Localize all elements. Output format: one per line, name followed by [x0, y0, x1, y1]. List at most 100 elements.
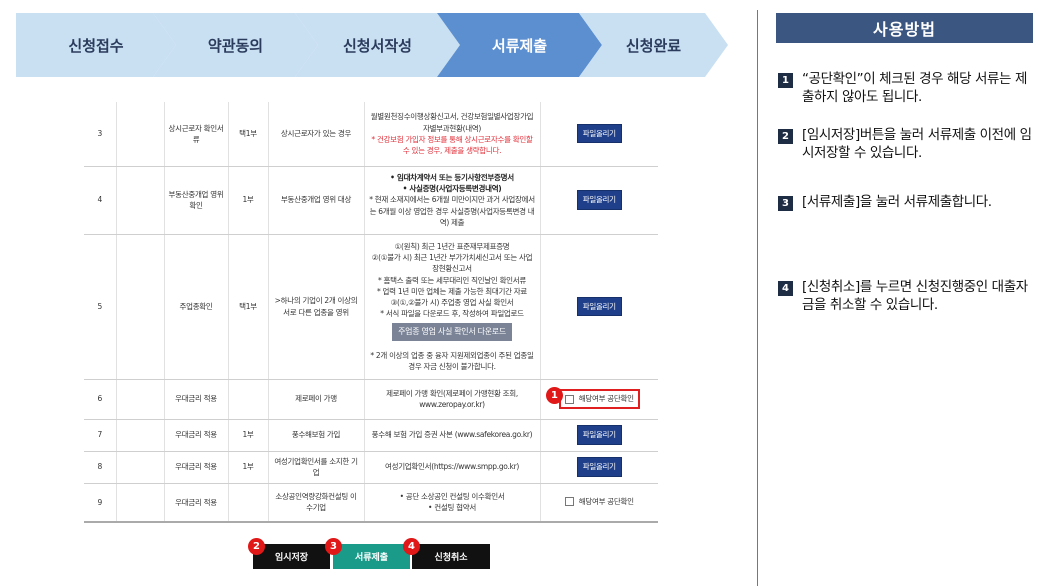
step-document-submission: 서류제출 — [437, 13, 602, 77]
docs-line-5: ③(①,②불가 시) 주업종 영업 사실 확인서 — [390, 298, 514, 308]
empty-cell — [116, 234, 165, 380]
target: 소상공인역량강화컨설팅 이수기업 — [268, 483, 365, 523]
agency-check-checkbox[interactable]: 해당여부 공단확인 — [564, 496, 634, 507]
target: >하나의 기업이 2개 이상의 서로 다른 업종을 영위 — [268, 234, 365, 380]
submit-documents-button[interactable]: 서류제출 — [333, 544, 410, 569]
docs-line-4: * 업력 1년 미만 업체는 제출 가능한 최대기간 자료 — [377, 286, 527, 296]
document-item: 우대금리 적용 — [164, 483, 229, 523]
progress-steps: 신청접수 약관동의 신청서작성 서류제출 신청완료 — [16, 13, 728, 77]
download-form-button[interactable]: 주업종 영업 사실 확인서 다운로드 — [392, 322, 512, 341]
document-item: 상시근로자 확인서류 — [164, 102, 229, 167]
table-row: 5 주업종확인 택1부 >하나의 기업이 2개 이상의 서로 다른 업종을 영위… — [84, 234, 658, 380]
row-number: 6 — [84, 379, 117, 420]
badge-3: 3 — [325, 538, 342, 555]
help-number: 3 — [778, 196, 793, 211]
required-documents: ①(원칙) 최근 1년간 표준재무제표증명 ②(①불가 시) 최근 1년간 부가… — [364, 234, 541, 380]
row-number: 4 — [84, 166, 117, 235]
docs-note: * 2개 이상의 업종 중 융자 지원제외업종이 주된 업종일 경우 자금 신청… — [370, 350, 534, 371]
row-number: 7 — [84, 419, 117, 452]
empty-cell — [116, 102, 165, 167]
step-terms-agreement: 약관동의 — [153, 13, 318, 77]
badge-2: 2 — [248, 538, 265, 555]
help-item-3: 3 [서류제출]을 눌러 서류제출합니다. — [778, 194, 1036, 212]
help-text: [신청취소]를 누르면 신청진행중인 대출자금을 취소할 수 있습니다. — [802, 279, 1028, 313]
copies: 택1부 — [228, 102, 269, 167]
step-label: 신청접수 — [68, 36, 124, 55]
table-row: 7 우대금리 적용 1부 풍수해보험 가입 풍수해 보험 가입 증권 사본 (w… — [84, 419, 658, 452]
table-row: 4 부동산중개업 영위 확인 1부 부동산중개업 영위 대상 • 임대차계약서 … — [84, 166, 658, 235]
step-label: 서류제출 — [491, 36, 548, 55]
target: 여성기업확인서를 소지한 기업 — [268, 451, 365, 484]
copies: 1부 — [228, 166, 269, 235]
empty-cell — [116, 419, 165, 452]
empty-cell — [116, 483, 165, 523]
row-number: 5 — [84, 234, 117, 380]
required-documents: 여성기업확인서(https://www.smpp.go.kr) — [364, 451, 541, 484]
required-documents: • 임대차계약서 또는 등기사항전부증명서 • 사실증명(사업자등록변경내역) … — [364, 166, 541, 235]
file-upload-button[interactable]: 파일올리기 — [576, 124, 622, 144]
help-item-4: 4 [신청취소]를 누르면 신청진행중인 대출자금을 취소할 수 있습니다. — [778, 279, 1036, 314]
help-number: 1 — [778, 73, 793, 88]
docs-line-2: ②(①불가 시) 최근 1년간 부가가치세신고서 또는 사업장현황신고서 — [371, 253, 533, 274]
copies — [228, 483, 269, 523]
help-number: 2 — [778, 129, 793, 144]
table-row: 8 우대금리 적용 1부 여성기업확인서를 소지한 기업 여성기업확인서(htt… — [84, 451, 658, 484]
badge-4: 4 — [403, 538, 420, 555]
empty-cell — [116, 379, 165, 420]
agency-check-checkbox[interactable]: 해당여부 공단확인 — [564, 393, 634, 404]
file-upload-button[interactable]: 파일올리기 — [576, 296, 622, 317]
table-row: 3 상시근로자 확인서류 택1부 상시근로자가 있는 경우 월별원천징수이행상황… — [84, 102, 658, 167]
table-row: 9 우대금리 적용 소상공인역량강화컨설팅 이수기업 • 공단 소상공인 컨설팅… — [84, 483, 658, 523]
docs-line-3: * 홈택스 출력 또는 세무대리인 직인날인 확인서류 — [378, 275, 526, 285]
docs-line-6: * 서식 파일을 다운로드 후, 작성하여 파일업로드 — [380, 309, 524, 319]
document-item: 부동산중개업 영위 확인 — [164, 166, 229, 235]
docs-bold-1: • 임대차계약서 또는 등기사항전부증명서 — [390, 172, 514, 182]
help-title: 사용방법 — [776, 13, 1033, 43]
required-documents: 제로페이 가맹 확인(제로페이 가맹현황 조회, www.zeropay.or.… — [364, 379, 541, 420]
highlight-box: 해당여부 공단확인 — [558, 389, 640, 409]
step-application-complete: 신청완료 — [579, 13, 728, 77]
empty-cell — [116, 451, 165, 484]
step-application-receipt: 신청접수 — [16, 13, 176, 77]
help-text: “공단확인”이 체크된 경우 해당 서류는 제출하지 않아도 됩니다. — [802, 71, 1027, 105]
docs-line-2: • 컨설팅 협약서 — [428, 503, 476, 513]
action-cell: 해당여부 공단확인 — [540, 483, 658, 523]
action-cell: 파일올리기 — [540, 102, 658, 167]
copies: 1부 — [228, 419, 269, 452]
checkbox-label: 해당여부 공단확인 — [578, 394, 634, 404]
document-table-container[interactable]: 3 상시근로자 확인서류 택1부 상시근로자가 있는 경우 월별원천징수이행상황… — [84, 102, 658, 528]
checkbox-icon — [564, 496, 574, 506]
panel-divider — [757, 10, 758, 586]
document-item: 주업종확인 — [164, 234, 229, 380]
help-text: [임시저장]버튼을 눌러 서류제출 이전에 임시저장할 수 있습니다. — [802, 127, 1032, 161]
row-number: 9 — [84, 483, 117, 523]
file-upload-button[interactable]: 파일올리기 — [576, 457, 622, 477]
action-cell: 파일올리기 — [540, 166, 658, 235]
step-label: 약관동의 — [207, 36, 264, 55]
copies: 1부 — [228, 451, 269, 484]
step-label: 신청서작성 — [342, 36, 412, 55]
docs-line-1: ①(원칙) 최근 1년간 표준재무제표증명 — [394, 241, 510, 251]
empty-cell — [116, 166, 165, 235]
target: 상시근로자가 있는 경우 — [268, 102, 365, 167]
document-table: 3 상시근로자 확인서류 택1부 상시근로자가 있는 경우 월별원천징수이행상황… — [84, 102, 658, 523]
action-cell: 파일올리기 — [540, 451, 658, 484]
docs-line-1: • 공단 소상공인 컨설팅 이수확인서 — [399, 492, 505, 501]
row-number: 8 — [84, 451, 117, 484]
required-documents: • 공단 소상공인 컨설팅 이수확인서 • 컨설팅 협약서 — [364, 483, 541, 523]
document-item: 우대금리 적용 — [164, 379, 229, 420]
file-upload-button[interactable]: 파일올리기 — [576, 190, 622, 210]
action-cell: 파일올리기 — [540, 234, 658, 380]
cancel-application-button[interactable]: 신청취소 — [412, 544, 490, 569]
help-item-1: 1 “공단확인”이 체크된 경우 해당 서류는 제출하지 않아도 됩니다. — [778, 71, 1036, 106]
help-item-2: 2 [임시저장]버튼을 눌러 서류제출 이전에 임시저장할 수 있습니다. — [778, 127, 1036, 162]
table-row: 6 우대금리 적용 제로페이 가맹 제로페이 가맹 확인(제로페이 가맹현황 조… — [84, 379, 658, 420]
checkbox-icon — [564, 394, 574, 404]
required-documents: 풍수해 보험 가입 증권 사본 (www.safekorea.go.kr) — [364, 419, 541, 452]
document-item: 우대금리 적용 — [164, 451, 229, 484]
file-upload-button[interactable]: 파일올리기 — [576, 425, 622, 445]
help-text: [서류제출]을 눌러 서류제출합니다. — [802, 194, 992, 210]
checkbox-label: 해당여부 공단확인 — [578, 496, 634, 506]
action-cell: 파일올리기 — [540, 419, 658, 452]
copies: 택1부 — [228, 234, 269, 380]
